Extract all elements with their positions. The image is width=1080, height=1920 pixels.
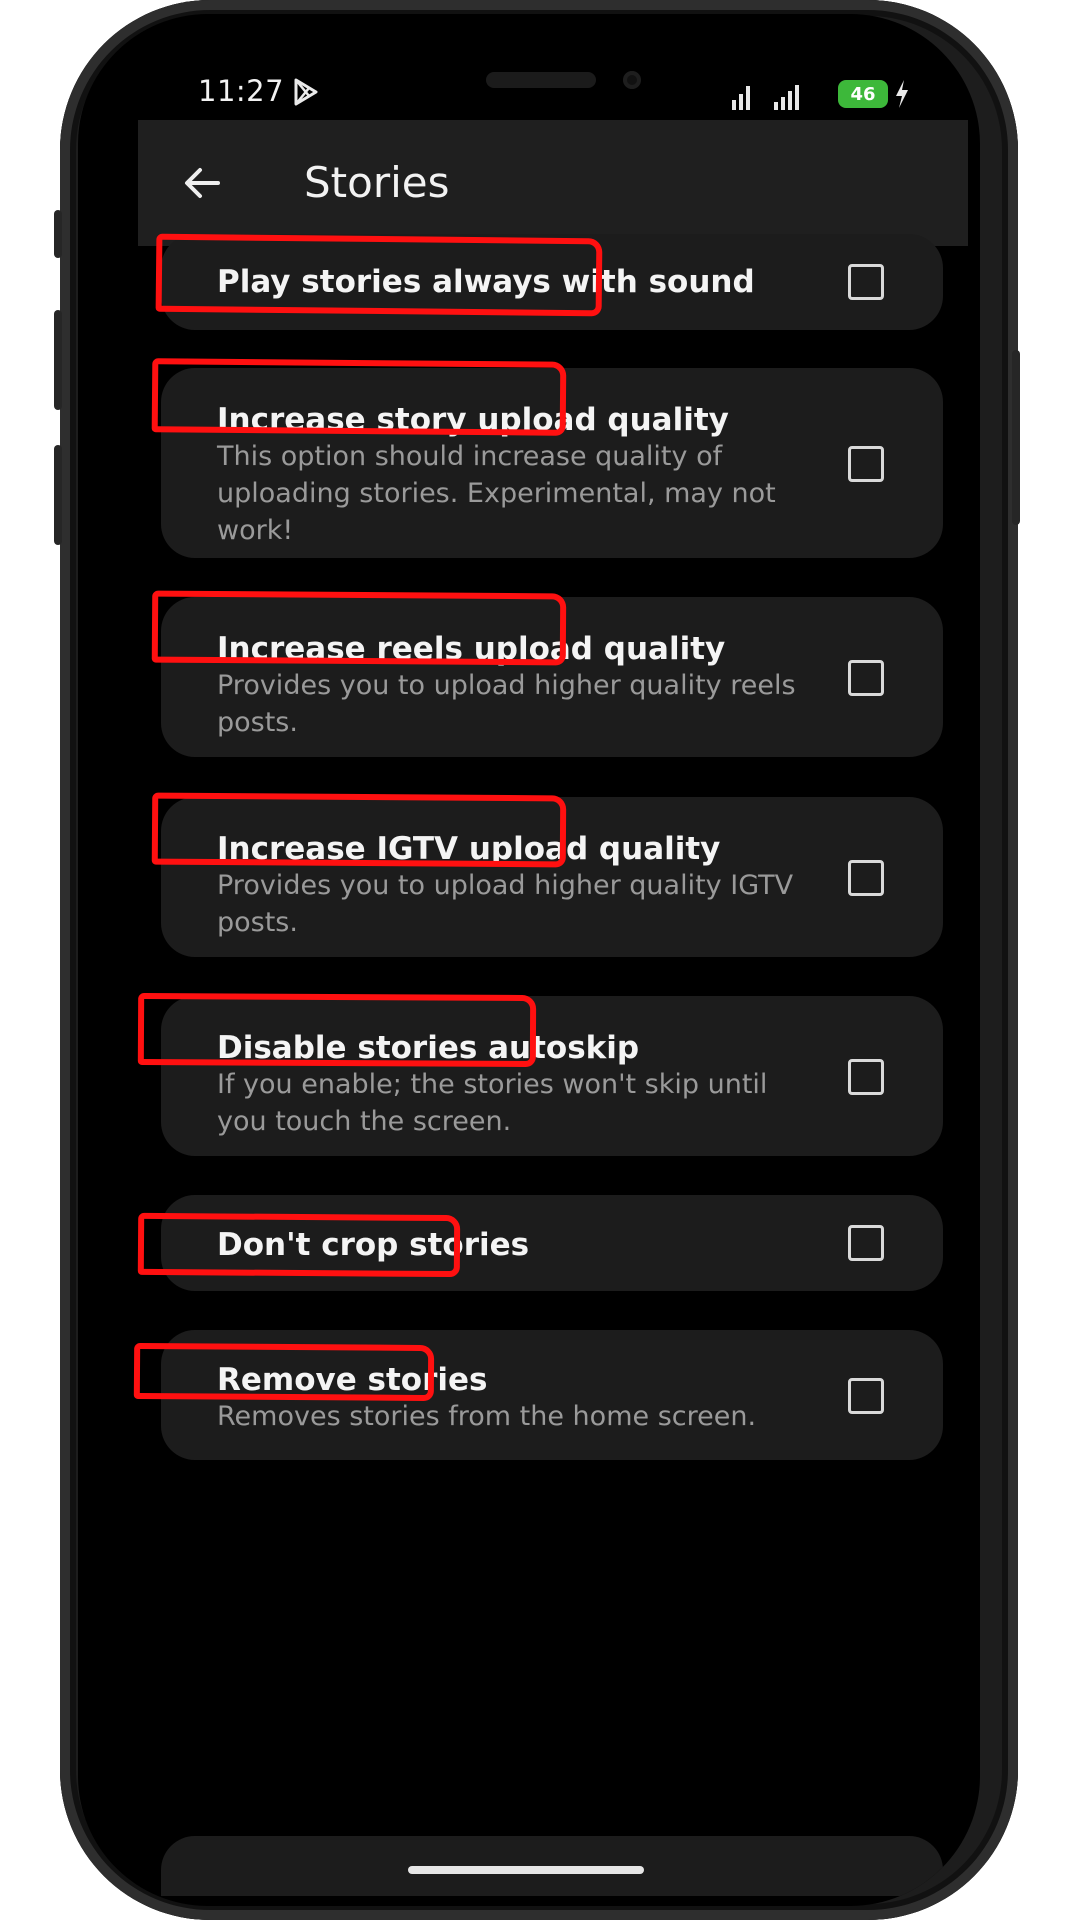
setting-story-upload-quality[interactable]: Increase story upload quality This optio… — [161, 368, 943, 558]
setting-remove-stories[interactable]: Remove stories Removes stories from the … — [161, 1330, 943, 1460]
setting-label: Disable stories autoskip — [217, 1030, 640, 1066]
setting-label: Remove stories — [217, 1362, 488, 1398]
setting-description: Provides you to upload higher quality re… — [217, 670, 796, 738]
setting-checkbox[interactable] — [848, 264, 884, 300]
play-store-icon — [294, 78, 318, 106]
setting-checkbox[interactable] — [848, 1378, 884, 1414]
front-camera — [623, 71, 641, 89]
setting-dont-crop-stories[interactable]: Don't crop stories — [161, 1195, 943, 1291]
setting-disable-autoskip[interactable]: Disable stories autoskip If you enable; … — [161, 996, 943, 1156]
setting-checkbox[interactable] — [848, 660, 884, 696]
app-bar: Stories — [138, 120, 968, 246]
status-bar: 11:27 46 — [78, 14, 980, 120]
power-button — [1012, 350, 1020, 525]
charging-icon — [896, 80, 908, 108]
setting-description: If you enable; the stories won't skip un… — [217, 1069, 768, 1137]
signal-icon — [774, 85, 799, 110]
setting-label: Play stories always with sound — [217, 264, 755, 300]
page-title: Stories — [304, 158, 450, 207]
setting-label: Increase IGTV upload quality — [217, 831, 721, 867]
signal-icon — [732, 86, 750, 110]
setting-checkbox[interactable] — [848, 446, 884, 482]
setting-play-stories-sound[interactable]: Play stories always with sound — [161, 234, 943, 330]
setting-label: Increase reels upload quality — [217, 631, 726, 667]
setting-description: Removes stories from the home screen. — [217, 1401, 757, 1432]
setting-checkbox[interactable] — [848, 1059, 884, 1095]
battery-icon: 46 — [838, 80, 888, 108]
setting-checkbox[interactable] — [848, 860, 884, 896]
status-time: 11:27 — [198, 74, 285, 108]
setting-reels-upload-quality[interactable]: Increase reels upload quality Provides y… — [161, 597, 943, 757]
setting-checkbox[interactable] — [848, 1225, 884, 1261]
setting-label: Don't crop stories — [217, 1227, 530, 1263]
setting-igtv-upload-quality[interactable]: Increase IGTV upload quality Provides yo… — [161, 797, 943, 957]
battery-level: 46 — [850, 83, 876, 105]
home-indicator[interactable] — [408, 1866, 644, 1874]
setting-description: Provides you to upload higher quality IG… — [217, 870, 794, 938]
phone-screen: 11:27 46 Stories Play stories always wit… — [78, 14, 980, 1906]
volume-button — [54, 210, 62, 258]
volume-down-button — [54, 445, 62, 545]
volume-up-button — [54, 310, 62, 410]
setting-description: This option should increase quality of u… — [217, 441, 776, 546]
arrow-left-icon[interactable] — [178, 158, 228, 208]
setting-label: Increase story upload quality — [217, 402, 729, 438]
earpiece — [486, 72, 596, 88]
